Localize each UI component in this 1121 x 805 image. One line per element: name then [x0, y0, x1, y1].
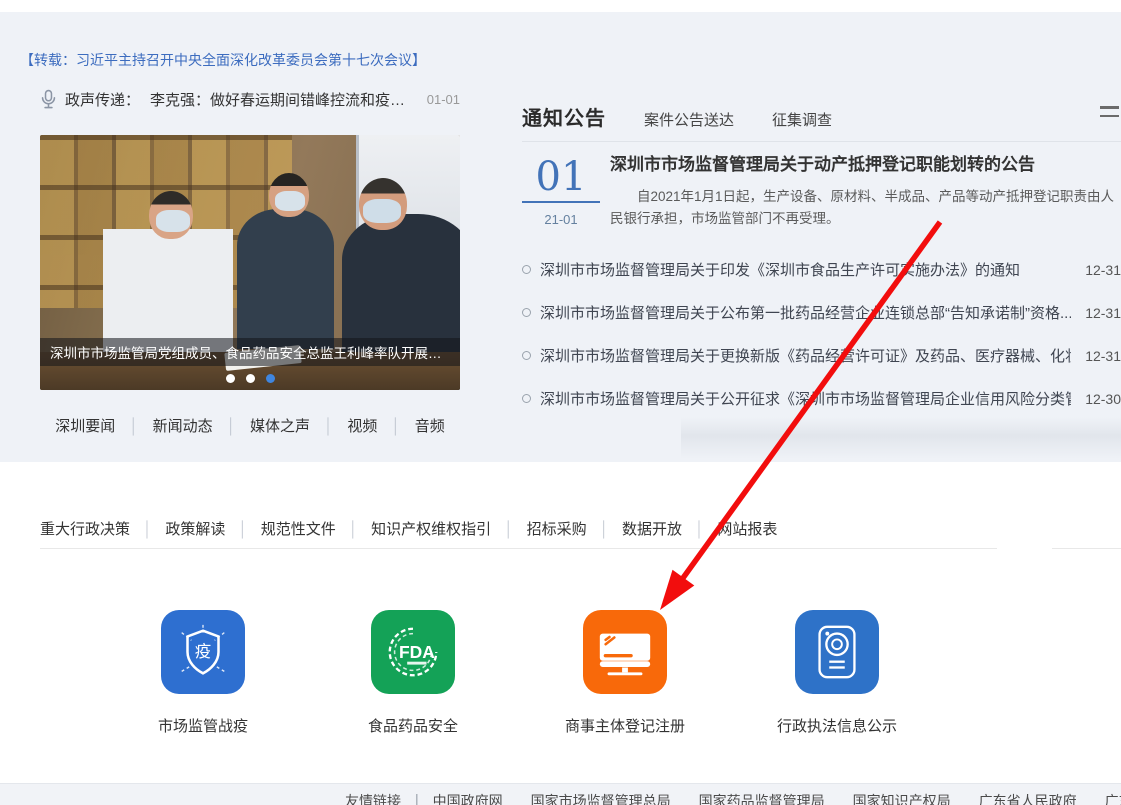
ticker-headline-link[interactable]: 李克强：做好春运期间错峰控流和疫情防控... [150, 89, 417, 110]
carousel-dot-3-active[interactable] [266, 374, 275, 383]
carousel-caption[interactable]: 深圳市市场监管局党组成员、食品药品安全总监王利峰率队开展节前疫... [40, 338, 460, 366]
featured-notice-underline [522, 201, 600, 203]
news-carousel-image[interactable]: 深圳市市场监管局党组成员、食品药品安全总监王利峰率队开展节前疫... [40, 135, 460, 390]
tab-audio[interactable]: 音频 [377, 415, 444, 436]
footer-link-gd-gov[interactable]: 广东省人民政府 [979, 791, 1077, 805]
body-camera-icon [795, 610, 879, 694]
ticker-label: 政声传递： [65, 89, 140, 110]
tab-case-announcements[interactable]: 案件公告送达 [644, 109, 734, 130]
app-market-epidemic[interactable]: 疫 市场监管战疫 [118, 610, 288, 736]
bullet-icon [522, 394, 531, 403]
link-site-reports[interactable]: 网站报表 [682, 518, 777, 539]
carousel-dot-2[interactable] [246, 374, 255, 383]
notice-date: 12-30 [1085, 391, 1121, 407]
footer-link-cnipa[interactable]: 国家知识产权局 [853, 791, 951, 805]
ticker-date: 01-01 [427, 92, 460, 107]
quick-links-nav: 重大行政决策 政策解读 规范性文件 知识产权维权指引 招标采购 数据开放 网站报… [40, 518, 777, 539]
hero-section: 【转载：习近平主持召开中央全面深化改革委员会第十七次会议】 政声传递： 李克强：… [0, 12, 1121, 462]
hero-watermark-image [681, 417, 1121, 459]
link-ip-rights-guide[interactable]: 知识产权维权指引 [336, 518, 491, 539]
tab-notices-active[interactable]: 通知公告 [522, 102, 606, 131]
news-ticker: 政声传递： 李克强：做好春运期间错峰控流和疫情防控... 01-01 [40, 89, 460, 110]
footer-link-nmpa[interactable]: 国家药品监督管理局 [699, 791, 825, 805]
featured-notice-summary: 自2021年1月1日起，生产设备、原材料、半成品、产品等动产抵押登记职责由人民银… [610, 186, 1115, 230]
list-item[interactable]: 深圳市市场监督管理局关于公布第一批药品经营企业连锁总部“告知承诺制”资格... … [522, 291, 1121, 334]
notice-title[interactable]: 深圳市市场监督管理局关于公布第一批药品经营企业连锁总部“告知承诺制”资格... [540, 302, 1071, 323]
friendly-links-row: 友情链接 | 中国政府网 国家市场监督管理总局 国家药品监督管理局 国家知识产权… [345, 791, 1121, 805]
notices-divider [522, 141, 1121, 142]
microphone-icon [40, 89, 57, 110]
carousel-dot-1[interactable] [226, 374, 235, 383]
svg-text:疫: 疫 [195, 643, 211, 661]
notices-list: 深圳市市场监督管理局关于印发《深圳市食品生产许可实施办法》的通知 12-31 深… [522, 248, 1121, 420]
featured-notice-body: 深圳市市场监督管理局关于动产抵押登记职能划转的公告 自2021年1月1日起，生产… [610, 155, 1115, 230]
more-icon-bar [1100, 106, 1119, 109]
notices-panel: 通知公告 案件公告送达 征集调查 01 21-01 深圳市市场监督管理局关于动产… [522, 102, 1121, 420]
photo-face-mask [156, 210, 190, 232]
link-normative-documents[interactable]: 规范性文件 [225, 518, 335, 539]
link-major-decisions[interactable]: 重大行政决策 [40, 518, 130, 539]
app-label: 行政执法信息公示 [752, 715, 922, 736]
tab-shenzhen-news[interactable]: 深圳要闻 [55, 415, 115, 436]
carousel-dots [40, 374, 460, 383]
tab-surveys[interactable]: 征集调查 [772, 109, 832, 130]
featured-notice-number: 01 [522, 155, 600, 199]
notice-date: 12-31 [1085, 305, 1121, 321]
notice-date: 12-31 [1085, 348, 1121, 364]
app-business-registration[interactable]: 商事主体登记注册 [540, 610, 710, 736]
notice-title[interactable]: 深圳市市场监督管理局关于公开征求《深圳市市场监督管理局企业信用风险分类管... [540, 388, 1071, 409]
notice-title[interactable]: 深圳市市场监督管理局关于更换新版《药品经营许可证》及药品、医疗器械、化妆... [540, 345, 1071, 366]
repost-headline-link[interactable]: 【转载：习近平主持召开中央全面深化改革委员会第十七次会议】 [20, 50, 426, 70]
more-icon[interactable] [1100, 106, 1119, 117]
notice-date: 12-31 [1085, 262, 1121, 278]
list-item[interactable]: 深圳市市场监督管理局关于更换新版《药品经营许可证》及药品、医疗器械、化妆... … [522, 334, 1121, 377]
footer-separator: | [415, 791, 419, 805]
app-enforcement-disclosure[interactable]: 行政执法信息公示 [752, 610, 922, 736]
footer-link-samr[interactable]: 国家市场监督管理总局 [531, 791, 671, 805]
notices-header: 通知公告 案件公告送达 征集调查 [522, 102, 1121, 131]
monitor-icon [583, 610, 667, 694]
tab-video[interactable]: 视频 [310, 415, 377, 436]
bullet-icon [522, 351, 531, 360]
featured-notice[interactable]: 01 21-01 深圳市市场监督管理局关于动产抵押登记职能划转的公告 自2021… [522, 155, 1121, 230]
footer-link-gd-market[interactable]: 广东省市... [1105, 791, 1121, 805]
app-label: 市场监管战疫 [118, 715, 288, 736]
link-tendering[interactable]: 招标采购 [491, 518, 586, 539]
more-icon-bar [1100, 115, 1119, 118]
section-divider [40, 548, 997, 549]
featured-notice-title[interactable]: 深圳市市场监督管理局关于动产抵押登记职能划转的公告 [610, 155, 1115, 175]
app-label: 食品药品安全 [328, 715, 498, 736]
homepage: 【转载：习近平主持召开中央全面深化改革委员会第十七次会议】 政声传递： 李克强：… [0, 0, 1121, 805]
link-policy-interpretation[interactable]: 政策解读 [130, 518, 225, 539]
photo-person-officer [237, 209, 334, 349]
friendly-links-label: 友情链接 [345, 791, 401, 805]
photo-face-mask [275, 191, 305, 211]
list-item[interactable]: 深圳市市场监督管理局关于印发《深圳市食品生产许可实施办法》的通知 12-31 [522, 248, 1121, 291]
photo-face-mask [363, 199, 401, 223]
link-open-data[interactable]: 数据开放 [587, 518, 682, 539]
notice-title[interactable]: 深圳市市场监督管理局关于印发《深圳市食品生产许可实施办法》的通知 [540, 259, 1071, 280]
bullet-icon [522, 265, 531, 274]
footer-links-bar: 友情链接 | 中国政府网 国家市场监督管理总局 国家药品监督管理局 国家知识产权… [0, 783, 1121, 805]
list-item[interactable]: 深圳市市场监督管理局关于公开征求《深圳市市场监督管理局企业信用风险分类管... … [522, 377, 1121, 420]
fda-wreath-icon: FDA [371, 610, 455, 694]
app-label: 商事主体登记注册 [540, 715, 710, 736]
bullet-icon [522, 308, 531, 317]
app-food-drug-safety[interactable]: FDA 食品药品安全 [328, 610, 498, 736]
footer-link-gov[interactable]: 中国政府网 [433, 791, 503, 805]
featured-notice-date: 21-01 [522, 212, 600, 227]
shield-epidemic-icon: 疫 [161, 610, 245, 694]
svg-text:FDA: FDA [399, 642, 435, 662]
news-category-nav: 深圳要闻 新闻动态 媒体之声 视频 音频 [40, 415, 460, 436]
tab-news-updates[interactable]: 新闻动态 [115, 415, 212, 436]
tab-media-voice[interactable]: 媒体之声 [213, 415, 310, 436]
section-divider-right [1052, 548, 1121, 549]
featured-notice-date-block: 01 21-01 [522, 155, 600, 230]
